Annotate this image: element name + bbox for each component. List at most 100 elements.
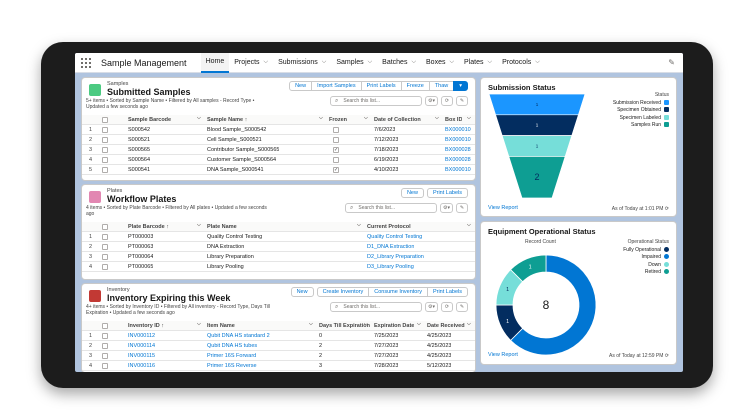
record-link[interactable]: BX000010 (445, 125, 471, 135)
record-link[interactable]: BX000010 (445, 135, 471, 145)
chevron-down-icon[interactable]: ⌵ (264, 59, 269, 66)
row-checkbox[interactable] (102, 157, 108, 163)
record-link[interactable]: INV000114 (128, 341, 155, 351)
edit-icon[interactable]: ✎ (456, 203, 468, 213)
search-input[interactable]: ⌕ Search this list... (345, 203, 437, 213)
refresh-icon[interactable]: ⟳ (441, 302, 453, 312)
new-button[interactable]: New (289, 81, 313, 91)
record-link[interactable]: INV000112 (128, 331, 155, 341)
row-checkbox[interactable] (102, 167, 108, 173)
row-checkbox[interactable] (102, 147, 108, 153)
record-link[interactable]: INV000115 (128, 351, 155, 361)
select-all-checkbox[interactable] (102, 323, 108, 329)
edit-nav-icon[interactable]: ✎ (668, 58, 675, 67)
record-link[interactable]: Qubit DNA HS tubes (207, 341, 257, 351)
app-launcher-icon[interactable] (81, 57, 91, 68)
column-menu-chevron-icon[interactable]: ⌵ (357, 222, 361, 228)
print-labels-button[interactable]: Print Labels (426, 287, 468, 297)
column-header[interactable]: Plate Barcode ↑ (128, 222, 169, 232)
list-title[interactable]: Inventory Expiring this Week (107, 293, 230, 303)
select-all-checkbox[interactable] (102, 117, 108, 123)
row-checkbox[interactable] (102, 264, 108, 270)
row-checkbox[interactable] (102, 137, 108, 143)
freeze-button[interactable]: Freeze (400, 81, 430, 91)
view-report-link[interactable]: View Report (488, 352, 518, 358)
chevron-down-icon[interactable]: ⌵ (368, 59, 373, 66)
refresh-icon[interactable]: ⟳ (665, 353, 669, 359)
nav-tab-submissions[interactable]: Submissions ⌵ (273, 53, 331, 73)
column-menu-chevron-icon[interactable]: ⌵ (467, 115, 471, 121)
settings-icon[interactable]: ⚙▾ (425, 96, 438, 106)
record-link[interactable]: D2_Library Preparation (367, 252, 424, 262)
thaw-button[interactable]: Thaw (428, 81, 455, 91)
column-menu-chevron-icon[interactable]: ⌵ (435, 115, 439, 121)
row-checkbox[interactable] (102, 333, 108, 339)
column-menu-chevron-icon[interactable]: ⌵ (417, 321, 421, 327)
edit-icon[interactable]: ✎ (456, 96, 468, 106)
record-link[interactable]: Qubit DNA HS standard 2 (207, 331, 270, 341)
record-link[interactable]: Quality Control Testing (367, 232, 422, 242)
column-menu-chevron-icon[interactable]: ⌵ (319, 115, 323, 121)
row-checkbox[interactable] (102, 254, 108, 260)
search-input[interactable]: ⌕ Search this list... (330, 96, 422, 106)
new-button[interactable]: New (400, 188, 424, 198)
column-header[interactable]: Item Name (207, 321, 235, 331)
chevron-down-icon[interactable]: ⌵ (411, 59, 416, 66)
record-link[interactable]: BX000028 (445, 145, 471, 155)
record-link[interactable]: INV000116 (128, 361, 155, 371)
nav-tab-boxes[interactable]: Boxes ⌵ (421, 53, 459, 73)
column-header[interactable]: Days Till Expiration (319, 321, 370, 331)
chevron-down-icon[interactable]: ⌵ (535, 59, 540, 66)
row-checkbox[interactable] (102, 353, 108, 359)
column-menu-chevron-icon[interactable]: ⌵ (309, 321, 313, 327)
record-link[interactable]: BX000010 (445, 165, 471, 175)
column-menu-chevron-icon[interactable]: ⌵ (197, 115, 201, 121)
row-checkbox[interactable] (102, 127, 108, 133)
chevron-down-icon[interactable]: ⌵ (449, 59, 454, 66)
settings-icon[interactable]: ⚙▾ (425, 302, 438, 312)
nav-tab-home[interactable]: Home (200, 53, 230, 73)
record-link[interactable]: Primer 16S Forward (207, 351, 256, 361)
column-header[interactable]: Sample Barcode (128, 115, 171, 125)
nav-tab-projects[interactable]: Projects ⌵ (229, 53, 273, 73)
column-header[interactable]: Expiration Date (374, 321, 414, 331)
print-labels-button[interactable]: Print Labels (360, 81, 402, 91)
record-link[interactable]: BX000028 (445, 155, 471, 165)
row-checkbox[interactable] (102, 363, 108, 369)
row-checkbox[interactable] (102, 343, 108, 349)
chevron-down-icon[interactable]: ⌵ (488, 59, 493, 66)
list-title[interactable]: Submitted Samples (107, 87, 191, 97)
list-title[interactable]: Workflow Plates (107, 194, 176, 204)
nav-tab-batches[interactable]: Batches ⌵ (377, 53, 421, 73)
print-labels-button[interactable]: Print Labels (426, 188, 468, 198)
column-menu-chevron-icon[interactable]: ⌵ (467, 222, 471, 228)
settings-icon[interactable]: ⚙▾ (440, 203, 453, 213)
column-header[interactable]: Box ID (445, 115, 462, 125)
record-link[interactable]: D1_DNA Extraction (367, 242, 414, 252)
column-menu-chevron-icon[interactable]: ⌵ (197, 222, 201, 228)
create-inventory-button[interactable]: Create Inventory (316, 287, 370, 297)
refresh-icon[interactable]: ⟳ (665, 206, 669, 212)
column-header[interactable]: Sample Name ↑ (207, 115, 247, 125)
select-all-checkbox[interactable] (102, 224, 108, 230)
column-menu-chevron-icon[interactable]: ⌵ (467, 321, 471, 327)
column-header[interactable]: Plate Name (207, 222, 237, 232)
refresh-icon[interactable]: ⟳ (441, 96, 453, 106)
more-actions-dropdown[interactable]: ▾ (453, 81, 468, 91)
column-header[interactable]: Inventory ID ↑ (128, 321, 164, 331)
view-report-link[interactable]: View Report (488, 205, 518, 211)
edit-icon[interactable]: ✎ (456, 302, 468, 312)
chevron-down-icon[interactable]: ⌵ (322, 59, 327, 66)
column-menu-chevron-icon[interactable]: ⌵ (364, 115, 368, 121)
column-header[interactable]: Date Received (427, 321, 465, 331)
nav-tab-samples[interactable]: Samples ⌵ (331, 53, 377, 73)
nav-tab-plates[interactable]: Plates ⌵ (459, 53, 497, 73)
record-link[interactable]: D3_Library Pooling (367, 262, 414, 272)
new-button[interactable]: New (290, 287, 314, 297)
record-link[interactable]: Primer 16S Reverse (207, 361, 257, 371)
row-checkbox[interactable] (102, 234, 108, 240)
column-header[interactable]: Current Protocol (367, 222, 411, 232)
column-header[interactable]: Frozen (329, 115, 347, 125)
import-samples-button[interactable]: Import Samples (311, 81, 362, 91)
column-menu-chevron-icon[interactable]: ⌵ (364, 321, 368, 327)
